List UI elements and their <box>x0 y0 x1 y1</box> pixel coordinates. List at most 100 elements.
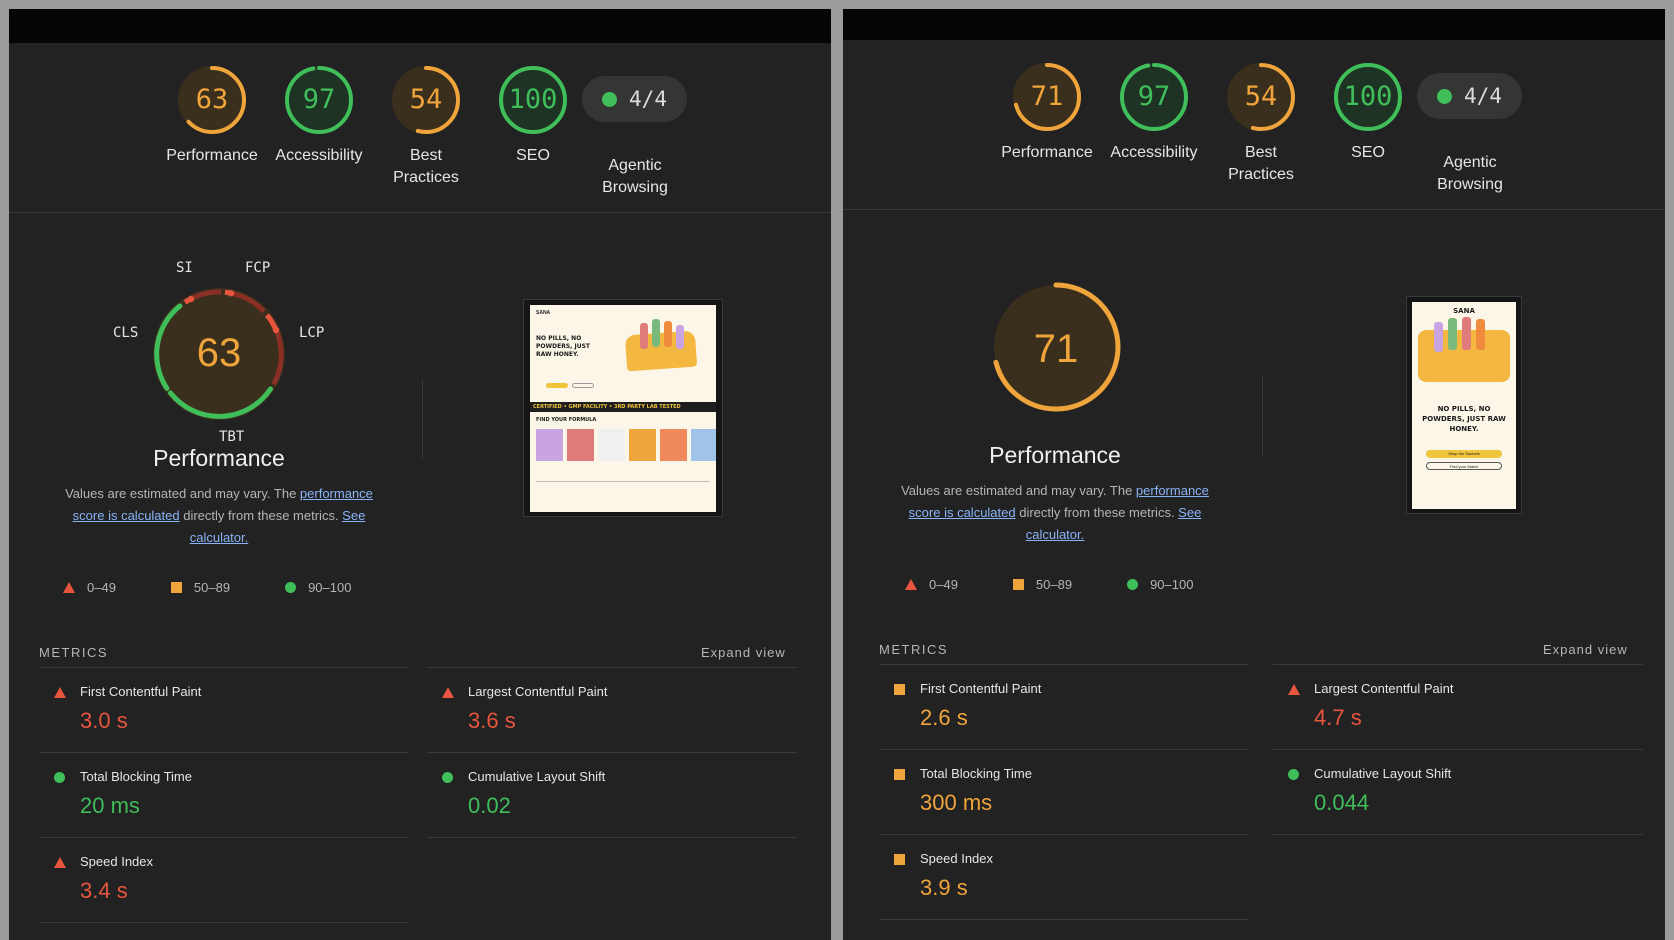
gauge-best-practices[interactable]: 54 Best Practices <box>1206 62 1316 186</box>
divider <box>1273 834 1643 835</box>
thumb-card <box>567 429 594 461</box>
score-legend: 0–49 50–89 90–100 <box>63 580 351 595</box>
gauge-seo[interactable]: 100 SEO <box>1313 62 1423 164</box>
score-gauges: 63 Performance 97 Accessibility 54 Best … <box>9 65 831 205</box>
gauge-score: 71 <box>1030 81 1064 112</box>
estimate-note: Values are estimated and may vary. The p… <box>49 483 389 549</box>
gauge-performance[interactable]: 63 Performance <box>157 65 267 167</box>
metrics-heading: METRICS <box>879 642 948 657</box>
metric-label: Total Blocking Time <box>80 769 192 784</box>
gauge-seo[interactable]: 100 SEO <box>478 65 588 167</box>
thumb-card <box>660 429 687 461</box>
circle-icon <box>285 582 297 593</box>
agentic-label: Agentic Browsing <box>1437 154 1503 193</box>
legend-label: 0–49 <box>929 577 958 592</box>
metric-largest-contentful-paint[interactable]: Largest Contentful Paint 3.6 s <box>427 667 797 752</box>
metric-speed-index[interactable]: Speed Index 3.4 s <box>39 837 409 922</box>
metric-value: 3.0 s <box>80 708 128 733</box>
circle-icon <box>1127 579 1139 590</box>
metrics-column-right: Largest Contentful Paint 4.7 s Cumulative … <box>1273 664 1643 835</box>
thumb-brand: SANA <box>536 310 551 316</box>
gauge-label: Performance <box>1001 144 1093 161</box>
marker-fcp <box>227 290 235 297</box>
gauge-label: SEO <box>516 147 550 164</box>
thumbnail-page: SANA NO PILLS, NO POWDERS, JUST RAW HONE… <box>530 305 716 512</box>
score-legend: 0–49 50–89 90–100 <box>905 577 1193 592</box>
metrics-column-left: First Contentful Paint 2.6 s Total Blockin… <box>879 664 1249 920</box>
metric-total-blocking-time[interactable]: Total Blocking Time 300 ms <box>879 749 1249 834</box>
big-score: 71 <box>1033 327 1079 371</box>
square-icon <box>1012 579 1024 590</box>
metric-label: First Contentful Paint <box>80 684 202 699</box>
metric-value: 3.6 s <box>468 708 516 733</box>
gauge-performance[interactable]: 71 Performance <box>992 62 1102 164</box>
thumbnail-page: SANA NO PILLS, NO POWDERS, JUST RAW HONE… <box>1412 302 1516 509</box>
metric-label: Largest Contentful Paint <box>1314 681 1454 696</box>
square-icon <box>894 854 905 865</box>
gauge-label: Best Practices <box>1228 144 1294 183</box>
agentic-browsing-pill[interactable]: 4/4 <box>582 76 687 122</box>
metric-value: 0.02 <box>468 793 511 818</box>
triangle-icon <box>442 687 454 698</box>
metric-first-contentful-paint[interactable]: First Contentful Paint 3.0 s <box>39 667 409 752</box>
divider <box>9 212 831 213</box>
big-score: 63 <box>196 331 242 375</box>
gauge-label: Accessibility <box>1110 144 1198 161</box>
metric-label: Total Blocking Time <box>920 766 1032 781</box>
thumb-sachet <box>664 321 672 347</box>
gauge-label: Best Practices <box>393 147 459 186</box>
gauge-score: 100 <box>1343 81 1393 112</box>
legend-average: 50–89 <box>170 580 231 595</box>
metric-label: Cumulative Layout Shift <box>468 769 606 784</box>
thumb-cta-secondary: Find your Match <box>1426 462 1502 470</box>
big-gauge-title: Performance <box>989 442 1121 468</box>
metric-value: 3.4 s <box>80 878 128 903</box>
legend-label: 50–89 <box>193 580 231 595</box>
divider <box>39 922 409 923</box>
metric-speed-index[interactable]: Speed Index 3.9 s <box>879 834 1249 919</box>
thumb-section-title: FIND YOUR FORMULA <box>536 417 597 423</box>
circle-icon <box>1288 769 1299 780</box>
note-text: directly from these metrics. <box>179 508 343 523</box>
circle-icon <box>1437 88 1453 104</box>
metric-value: 0.044 <box>1314 790 1370 815</box>
gauge-accessibility[interactable]: 97 Accessibility <box>264 65 374 167</box>
divider <box>843 209 1665 210</box>
legend-label: 0–49 <box>87 580 116 595</box>
gauge-accessibility[interactable]: 97 Accessibility <box>1099 62 1209 164</box>
circle-icon <box>54 772 65 783</box>
triangle-icon <box>54 857 66 868</box>
gauge-score: 97 <box>1137 81 1171 112</box>
metric-largest-contentful-paint[interactable]: Largest Contentful Paint 4.7 s <box>1273 664 1643 749</box>
metric-value: 2.6 s <box>920 705 968 730</box>
lighthouse-report-mobile: 71 Performance 97 Accessibility 54 Best … <box>843 9 1665 940</box>
divider <box>427 837 797 838</box>
legend-fail: 0–49 <box>63 580 116 595</box>
thumb-card <box>536 429 563 461</box>
agentic-browsing-pill[interactable]: 4/4 <box>1417 73 1522 119</box>
note-text: Values are estimated and may vary. The <box>65 486 300 501</box>
divider <box>422 379 423 459</box>
legend-label: 90–100 <box>1150 577 1194 592</box>
metric-value: 4.7 s <box>1314 705 1362 730</box>
metric-total-blocking-time[interactable]: Total Blocking Time 20 ms <box>39 752 409 837</box>
thumb-honey-image <box>624 330 698 372</box>
tag-si: SI <box>176 260 193 276</box>
gauge-best-practices[interactable]: 54 Best Practices <box>371 65 481 189</box>
agentic-label: Agentic Browsing <box>602 157 668 196</box>
legend-fail: 0–49 <box>905 577 958 592</box>
thumb-sachet <box>1462 317 1471 350</box>
expand-view-toggle[interactable]: Expand view <box>701 645 786 660</box>
thumb-brand: SANA <box>1453 307 1475 315</box>
gauge-score: 100 <box>508 84 558 115</box>
metric-cumulative-layout-shift[interactable]: Cumulative Layout Shift 0.044 <box>1273 749 1643 834</box>
metric-value: 20 ms <box>80 793 140 818</box>
metrics-column-left: First Contentful Paint 3.0 s Total Blockin… <box>39 667 409 923</box>
page-screenshot-thumbnail[interactable]: SANA NO PILLS, NO POWDERS, JUST RAW HONE… <box>523 299 723 517</box>
thumb-sachet <box>1476 319 1485 350</box>
page-screenshot-thumbnail[interactable]: SANA NO PILLS, NO POWDERS, JUST RAW HONE… <box>1406 296 1522 514</box>
metric-first-contentful-paint[interactable]: First Contentful Paint 2.6 s <box>879 664 1249 749</box>
legend-pass: 90–100 <box>285 580 351 595</box>
metric-cumulative-layout-shift[interactable]: Cumulative Layout Shift 0.02 <box>427 752 797 837</box>
expand-view-toggle[interactable]: Expand view <box>1543 642 1628 657</box>
